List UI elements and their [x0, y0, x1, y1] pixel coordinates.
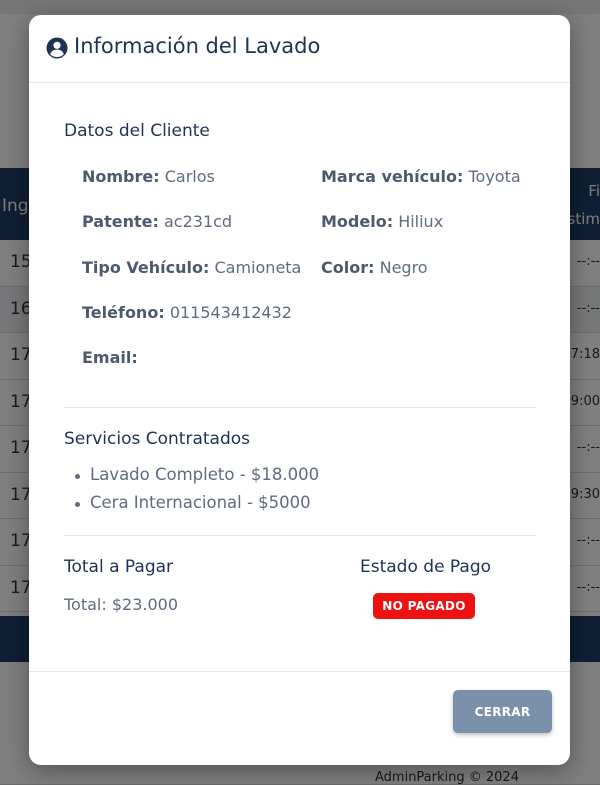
field-modelo: Modelo: Hiliux — [321, 212, 443, 231]
services-list: Lavado Completo - $18.000 Cera Internaci… — [74, 465, 319, 521]
field-label: Patente: — [82, 212, 159, 231]
field-label: Modelo: — [321, 212, 394, 231]
field-value: 011543412432 — [169, 303, 292, 322]
payment-status-title: Estado de Pago — [360, 557, 492, 577]
field-value: ac231cd — [163, 212, 233, 231]
field-marca: Marca vehículo: Toyota — [321, 167, 521, 186]
field-nombre: Nombre: Carlos — [82, 167, 215, 186]
divider — [64, 535, 536, 536]
field-email: Email: — [82, 348, 138, 367]
field-value: Toyota — [468, 167, 521, 186]
list-item: Cera Internacional - $5000 — [74, 493, 319, 521]
field-label: Teléfono: — [82, 303, 165, 322]
client-section-title: Datos del Cliente — [64, 121, 210, 141]
field-label: Email: — [82, 348, 138, 367]
services-section-title: Servicios Contratados — [64, 429, 251, 449]
divider — [64, 407, 536, 408]
modal-footer-divider — [29, 671, 570, 672]
field-patente: Patente: ac231cd — [82, 212, 232, 231]
field-label: Color: — [321, 258, 375, 277]
field-telefono: Teléfono: 011543412432 — [82, 303, 292, 322]
field-value: Hiliux — [398, 212, 444, 231]
field-color: Color: Negro — [321, 258, 428, 277]
total-title: Total a Pagar — [64, 557, 174, 577]
field-label: Tipo Vehículo: — [82, 258, 210, 277]
modal-header: Información del Lavado — [29, 15, 570, 83]
field-value: Carlos — [164, 167, 215, 186]
close-button[interactable]: CERRAR — [453, 690, 552, 733]
field-label: Nombre: — [82, 167, 160, 186]
field-value: Camioneta — [214, 258, 302, 277]
modal-title: Información del Lavado — [74, 34, 321, 58]
field-tipo-vehiculo: Tipo Vehículo: Camioneta — [82, 258, 301, 277]
payment-status-badge: NO PAGADO — [373, 593, 475, 619]
total-value: Total: $23.000 — [64, 595, 179, 614]
wash-info-modal: Información del Lavado Datos del Cliente… — [29, 15, 570, 765]
list-item: Lavado Completo - $18.000 — [74, 465, 319, 493]
field-label: Marca vehículo: — [321, 167, 464, 186]
field-value: Negro — [379, 258, 428, 277]
user-circle-icon — [46, 37, 68, 59]
